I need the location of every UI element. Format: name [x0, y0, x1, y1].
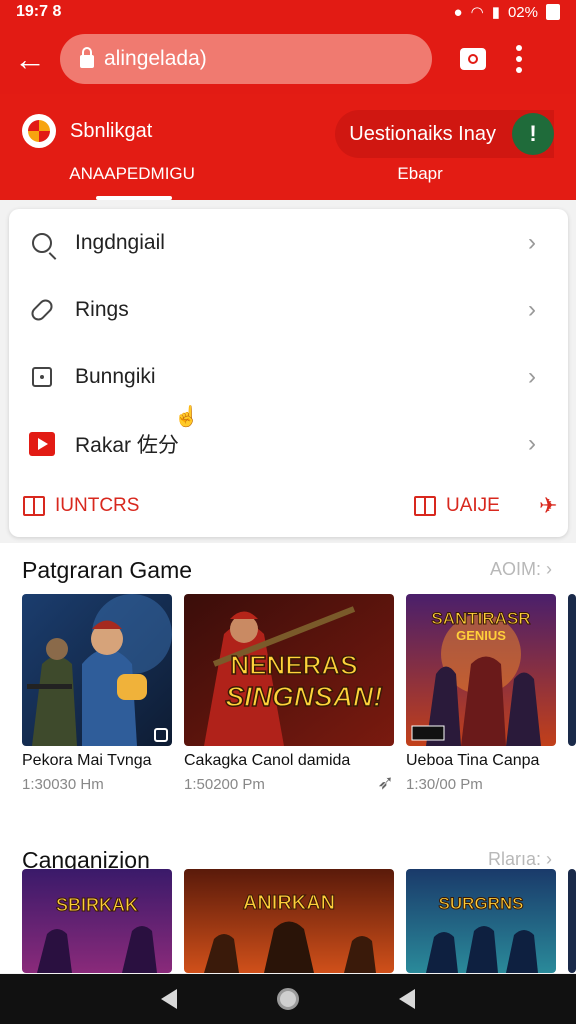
- location-icon: ●: [453, 3, 463, 21]
- promo-button[interactable]: !: [512, 113, 554, 155]
- menu-item-label: Bunngiki: [75, 364, 156, 388]
- game-thumbnail: [22, 594, 172, 746]
- game-card[interactable]: Pekora Mai Tvnga 1:30030 Hm: [22, 594, 172, 793]
- book-icon: [414, 496, 436, 516]
- action-left[interactable]: IUNTCRS: [23, 495, 139, 517]
- pointer-cursor-icon: ☝: [174, 406, 199, 428]
- game-card-partial[interactable]: [568, 869, 576, 973]
- app-name: Sbnlikgat: [70, 119, 153, 142]
- game-thumbnail: NENERAS SINGNSAN!: [184, 594, 394, 746]
- tab-primary[interactable]: ANAAPEDMIGU: [0, 164, 259, 200]
- game-subtitle: 1:50200 Pm: [184, 776, 265, 793]
- menu-item-label: Rakar 佐分: [75, 433, 179, 457]
- game-card-partial[interactable]: [568, 594, 576, 746]
- back-arrow-icon[interactable]: ←: [0, 24, 60, 94]
- action-right[interactable]: UAIJE: [414, 495, 500, 517]
- book-icon: [23, 496, 45, 516]
- share-icon[interactable]: ➶: [377, 770, 394, 795]
- game-subtitle: 1:30030 Hm: [22, 776, 104, 793]
- game-art-text-2: GENIUS: [456, 628, 506, 643]
- section-title: Patgraran Game: [22, 557, 193, 583]
- chevron-right-icon: ›: [528, 362, 536, 390]
- game-thumbnail: [568, 594, 576, 746]
- battery-percent: 02%: [507, 3, 538, 21]
- battery-icon: [546, 4, 560, 20]
- nav-home-icon[interactable]: [277, 988, 299, 1010]
- status-bar: 19:7 8 ● ◠ ▮ 02%: [0, 0, 576, 24]
- app-header: Sbnlikgat Uestionaiks Inay ! ANAAPEDMIGU…: [0, 94, 576, 200]
- game-thumbnail: SURGRNS: [406, 869, 556, 973]
- game-thumbnail: SBIRKAK: [22, 869, 172, 973]
- badge-icon: [154, 728, 168, 742]
- action-row: IUNTCRS UAIJE ✈: [9, 491, 568, 521]
- section-more-link[interactable]: AOIM: ›: [490, 559, 552, 580]
- nav-recent-icon[interactable]: [399, 989, 415, 1009]
- game-title: Pekora Mai Tvnga: [22, 752, 152, 769]
- menu-item-rings[interactable]: Rings ›: [9, 276, 568, 343]
- menu-item-label: Ingdngiail: [75, 230, 165, 254]
- tab-bar: ANAAPEDMIGU Ebapr: [0, 164, 576, 200]
- chevron-right-icon: ›: [528, 228, 536, 256]
- url-text: alingelada): [104, 47, 207, 70]
- game-art-text-1: NENERAS: [230, 650, 357, 680]
- game-subtitle: 1:30/00 Pm: [406, 776, 483, 793]
- status-icons: ● ◠ ▮ 02%: [454, 3, 560, 21]
- brand[interactable]: Sbnlikgat: [22, 114, 152, 148]
- game-thumbnail: SANTIRASR GENIUS: [406, 594, 556, 746]
- action-left-label: IUNTCRS: [55, 495, 140, 516]
- promo-banner[interactable]: Uestionaiks Inay !: [335, 110, 554, 158]
- camera-icon[interactable]: [460, 48, 486, 70]
- nav-back-icon[interactable]: [161, 989, 177, 1009]
- menu-item-label: Rings: [75, 297, 129, 321]
- section-more-link[interactable]: Rlarıa: ›: [488, 849, 552, 870]
- search-icon: [32, 232, 52, 253]
- game-art-text: ANIRKAN: [243, 892, 335, 914]
- signal-icon: ▮: [491, 4, 500, 21]
- menu-card: Ingdngiail › Rings › Bunngiki › Rakar 佐分…: [9, 209, 568, 537]
- action-right-label: UAIJE: [446, 495, 500, 516]
- game-thumbnail: [568, 869, 576, 973]
- game-card[interactable]: SANTIRASR GENIUS Ueboa Tina Canpa 1:30/0…: [406, 594, 556, 793]
- ring-icon: [28, 296, 56, 323]
- chevron-right-icon: ›: [528, 429, 536, 457]
- app-logo-icon: [22, 114, 56, 148]
- menu-item-play[interactable]: Rakar 佐分 ›: [9, 410, 568, 477]
- game-card[interactable]: SURGRNS: [406, 869, 556, 973]
- menu-item-box[interactable]: Bunngiki ›: [9, 343, 568, 410]
- game-thumbnail: ANIRKAN: [184, 869, 394, 973]
- section-categories: Canganizion Rlarıa: › SBIRKAK ANIRKAN SU…: [0, 833, 576, 973]
- lock-icon: [80, 47, 94, 68]
- status-time: 19:7 8: [16, 3, 62, 20]
- box-icon: [32, 366, 52, 387]
- game-art-text-2: SINGNSAN!: [225, 681, 382, 712]
- more-options-icon[interactable]: [516, 45, 522, 73]
- menu-item-search[interactable]: Ingdngiail ›: [9, 209, 568, 276]
- section-featured-games: Patgraran Game AOIM: › Pekora Mai Tvnga …: [0, 543, 576, 833]
- chevron-right-icon: ›: [528, 295, 536, 323]
- browser-toolbar: ← alingelada): [0, 24, 576, 94]
- game-title: Cakagka Canol damida: [184, 752, 351, 769]
- promo-text: Uestionaiks Inay: [349, 122, 496, 145]
- url-bar[interactable]: alingelada): [60, 34, 432, 84]
- share-icon[interactable]: ✈: [539, 493, 557, 519]
- play-icon: [29, 431, 55, 456]
- game-art-text: SBIRKAK: [56, 895, 138, 915]
- game-card[interactable]: ANIRKAN: [184, 869, 394, 973]
- game-card[interactable]: SBIRKAK: [22, 869, 172, 973]
- game-art-text-1: SANTIRASR: [431, 609, 530, 628]
- game-title: Ueboa Tina Canpa: [406, 752, 540, 769]
- game-art-text: SURGRNS: [438, 894, 523, 913]
- tab-secondary[interactable]: Ebapr: [259, 164, 576, 200]
- game-card[interactable]: NENERAS SINGNSAN! Cakagka Canol damida 1…: [184, 594, 394, 795]
- wifi-icon: ◠: [470, 4, 484, 21]
- system-nav-bar: [0, 974, 576, 1024]
